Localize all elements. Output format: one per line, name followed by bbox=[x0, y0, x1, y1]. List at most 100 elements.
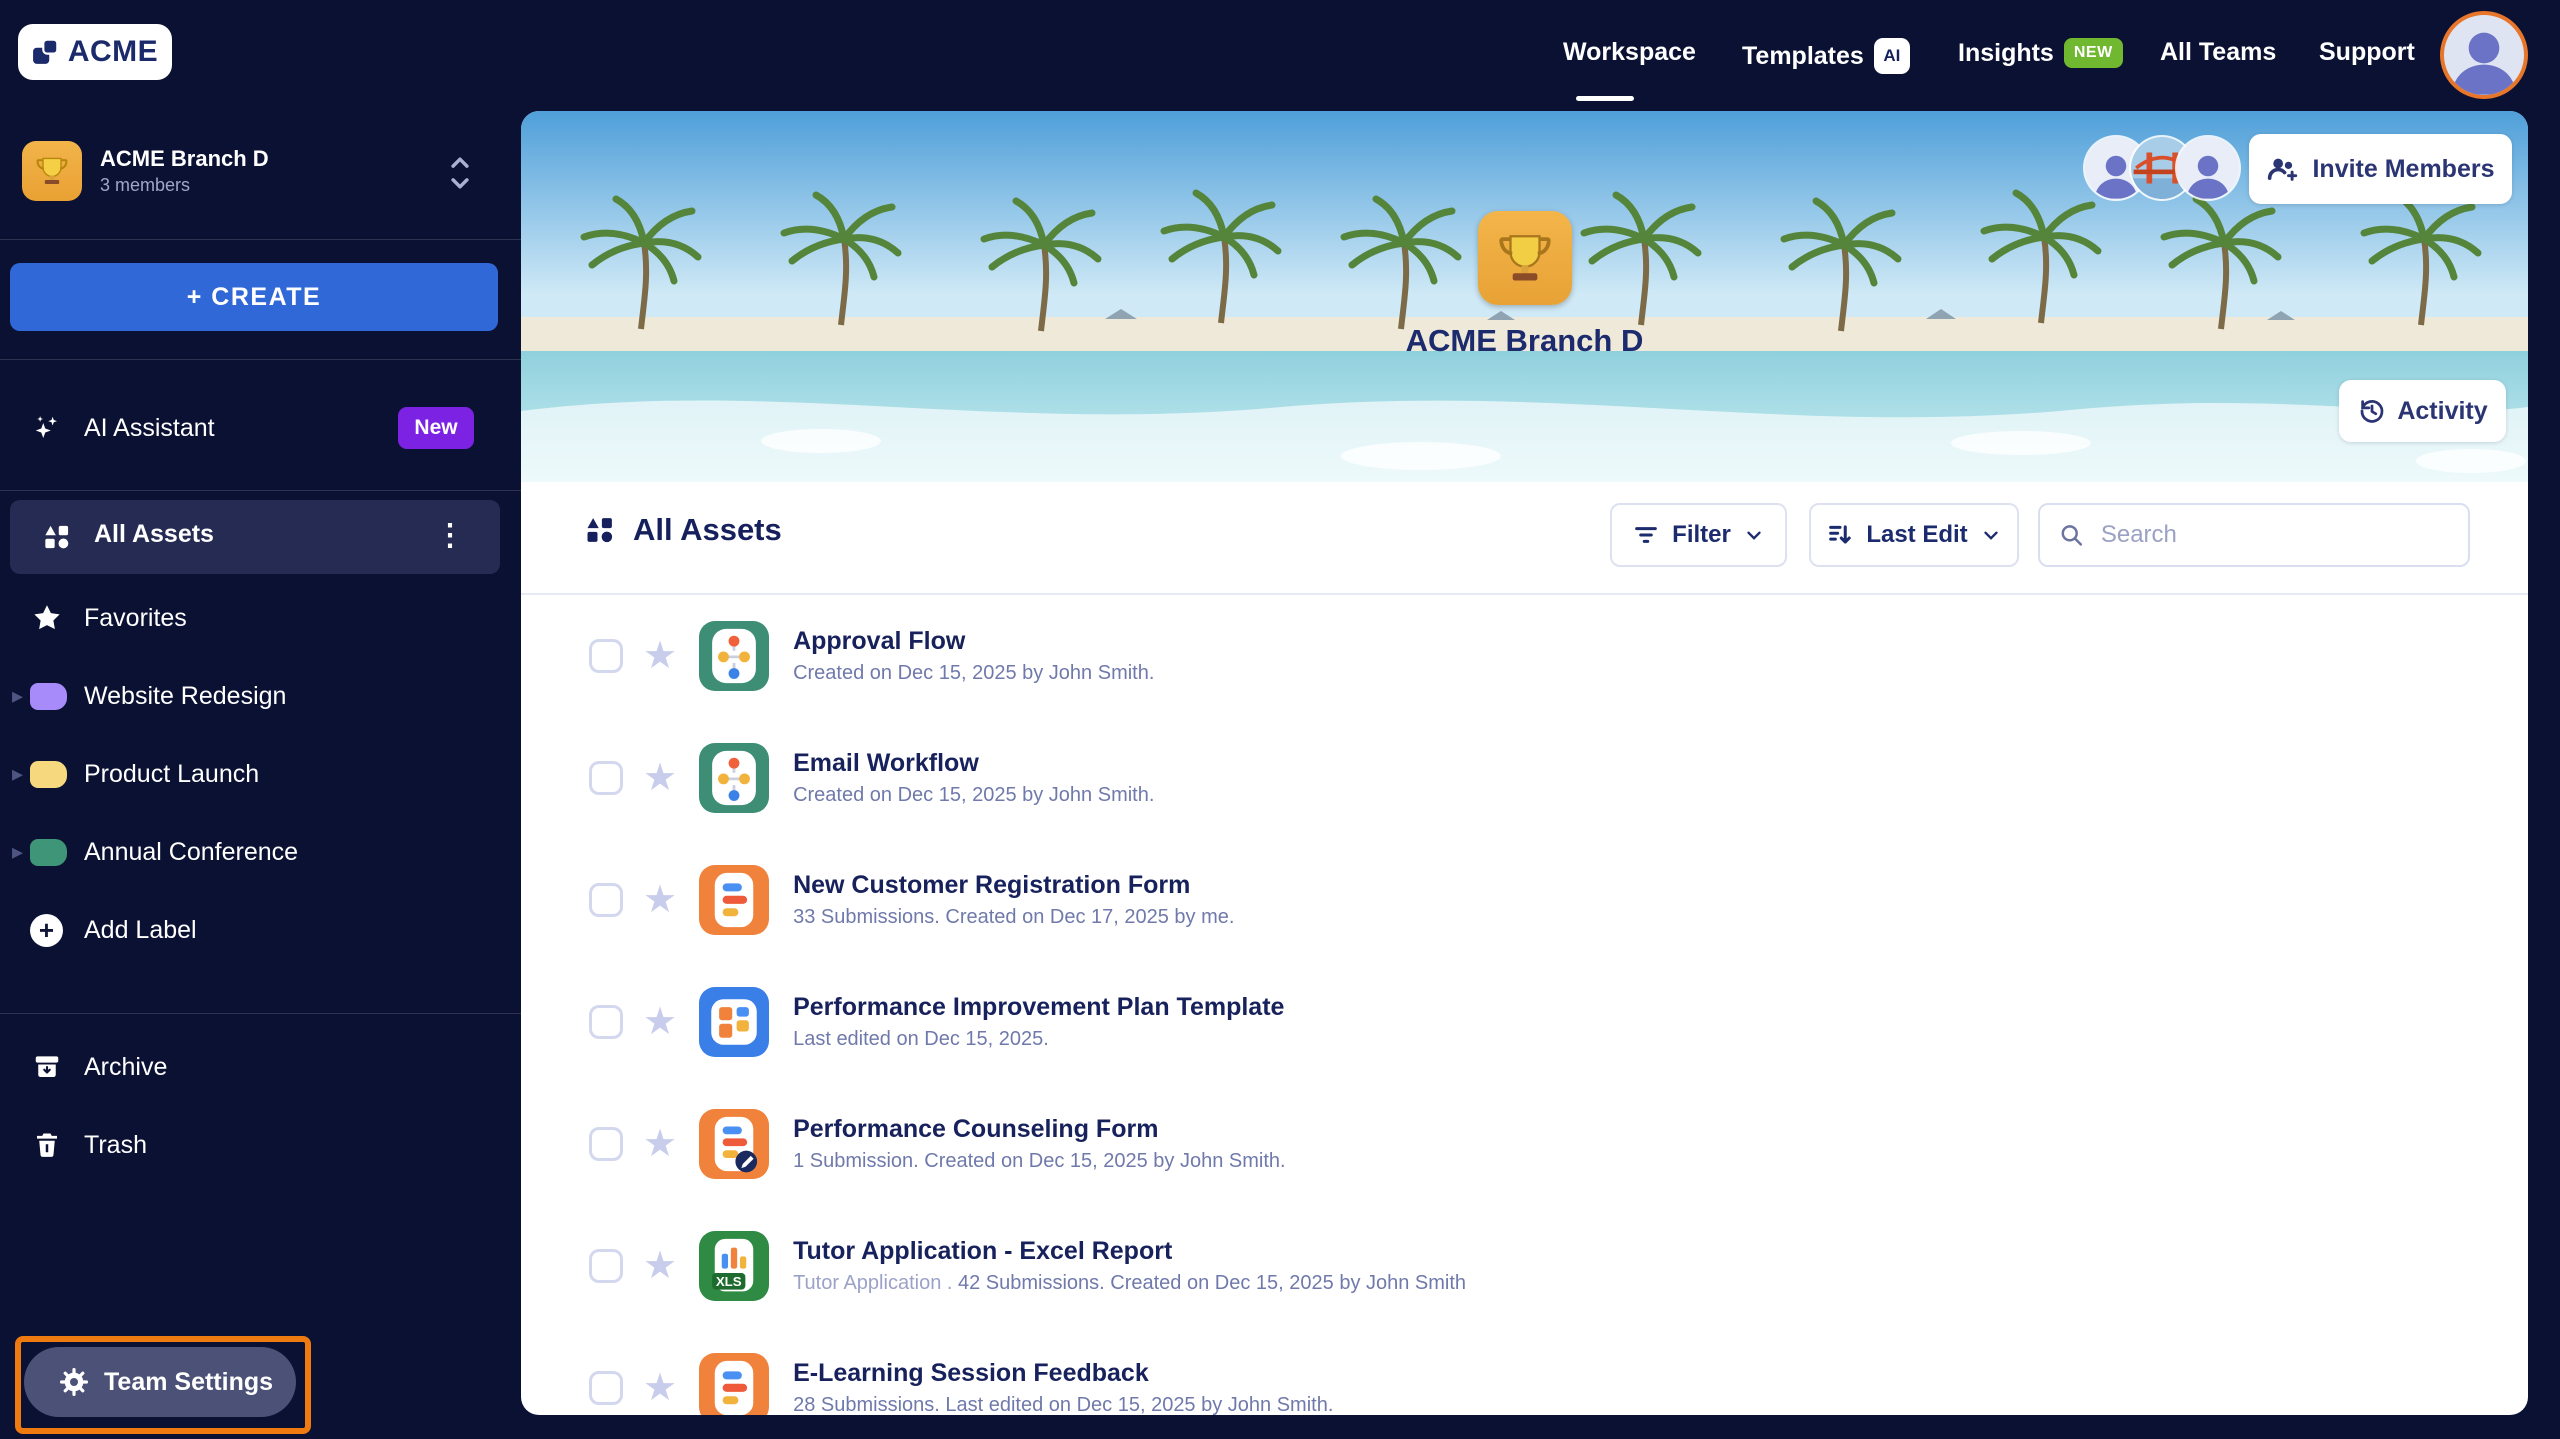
nav-templates[interactable]: Templates AI bbox=[1742, 38, 1910, 74]
asset-title[interactable]: Performance Improvement Plan Template bbox=[793, 992, 1284, 1022]
divider bbox=[0, 1013, 521, 1014]
chevron-down-icon bbox=[1980, 524, 2002, 546]
chevron-down-icon bbox=[1743, 524, 1765, 546]
sidebar-item-trash[interactable]: Trash bbox=[0, 1117, 521, 1173]
invite-members-icon bbox=[2266, 154, 2300, 184]
activity-history-icon bbox=[2357, 396, 2387, 426]
create-button[interactable]: + CREATE bbox=[10, 263, 498, 331]
team-settings-label: Team Settings bbox=[104, 1368, 273, 1397]
asset-row[interactable]: ★ Performance Improvement Plan Template … bbox=[521, 961, 2528, 1083]
board-icon bbox=[699, 987, 769, 1057]
star-icon bbox=[32, 603, 62, 633]
team-switcher[interactable]: ACME Branch D 3 members bbox=[22, 138, 492, 204]
sidebar-label-website-redesign[interactable]: ▸ Website Redesign bbox=[0, 668, 521, 724]
asset-title[interactable]: Approval Flow bbox=[793, 626, 1154, 656]
user-avatar[interactable] bbox=[2440, 11, 2528, 99]
excel-icon: XLS bbox=[699, 1231, 769, 1301]
workflow-icon bbox=[699, 621, 769, 691]
plus-icon: + bbox=[30, 914, 63, 947]
expand-caret-icon[interactable]: ▸ bbox=[12, 683, 23, 709]
row-checkbox[interactable] bbox=[589, 1005, 623, 1039]
asset-row[interactable]: ★ E-Learning Session Feedback 28 Submiss… bbox=[521, 1327, 2528, 1415]
team-cover-banner: ACME Branch D bbox=[521, 111, 2528, 482]
invite-members-button[interactable]: Invite Members bbox=[2249, 134, 2512, 204]
nav-workspace[interactable]: Workspace bbox=[1563, 38, 1696, 67]
sidebar-item-archive[interactable]: Archive bbox=[0, 1039, 521, 1095]
row-checkbox[interactable] bbox=[589, 1371, 623, 1405]
asset-row[interactable]: ★ New Customer Registration Form 33 Subm… bbox=[521, 839, 2528, 961]
asset-subtitle: 33 Submissions. Created on Dec 17, 2025 … bbox=[793, 904, 1234, 930]
sort-button[interactable]: Last Edit bbox=[1809, 503, 2019, 567]
row-checkbox[interactable] bbox=[589, 1249, 623, 1283]
sidebar-item-add-label[interactable]: + Add Label bbox=[0, 902, 521, 958]
acme-logo-icon bbox=[32, 38, 60, 66]
asset-title[interactable]: Tutor Application - Excel Report bbox=[793, 1236, 1466, 1266]
asset-row[interactable]: ★ XLS Tutor Application - Excel Report T… bbox=[521, 1205, 2528, 1327]
form-icon bbox=[699, 1353, 769, 1415]
divider bbox=[0, 239, 521, 240]
asset-list: ★ Approval Flow Created on Dec 15, 2025 … bbox=[521, 595, 2528, 1415]
favorite-star-icon[interactable]: ★ bbox=[643, 1247, 677, 1285]
invite-members-label: Invite Members bbox=[2312, 155, 2494, 184]
label-tag-icon bbox=[30, 683, 67, 710]
row-checkbox[interactable] bbox=[589, 639, 623, 673]
row-checkbox[interactable] bbox=[589, 883, 623, 917]
nav-insights[interactable]: Insights NEW bbox=[1958, 38, 2123, 68]
sidebar-item-ai-assistant[interactable]: AI Assistant New bbox=[0, 400, 521, 456]
team-name: ACME Branch D bbox=[100, 145, 269, 173]
asset-row[interactable]: ★ Approval Flow Created on Dec 15, 2025 … bbox=[521, 595, 2528, 717]
nav-all-teams[interactable]: All Teams bbox=[2160, 38, 2276, 67]
all-assets-menu-icon[interactable]: ⋮ bbox=[435, 518, 465, 553]
logo-text: ACME bbox=[68, 35, 158, 69]
favorite-star-icon[interactable]: ★ bbox=[643, 881, 677, 919]
sort-icon bbox=[1826, 521, 1854, 549]
favorite-star-icon[interactable]: ★ bbox=[643, 637, 677, 675]
asset-title[interactable]: Performance Counseling Form bbox=[793, 1114, 1286, 1144]
filter-button[interactable]: Filter bbox=[1610, 503, 1787, 567]
activity-button[interactable]: Activity bbox=[2339, 380, 2506, 442]
favorite-star-icon[interactable]: ★ bbox=[643, 1003, 677, 1041]
team-trophy-icon bbox=[1478, 211, 1572, 305]
team-member-count: 3 members bbox=[100, 173, 269, 197]
form-icon bbox=[699, 865, 769, 935]
assets-toolbar: All Assets Filter Last Edit bbox=[521, 482, 2528, 595]
nav-support[interactable]: Support bbox=[2319, 38, 2415, 67]
sidebar-item-label: Trash bbox=[84, 1131, 147, 1160]
person-icon bbox=[2444, 21, 2524, 95]
workflow-icon bbox=[699, 743, 769, 813]
team-settings-button[interactable]: Team Settings bbox=[24, 1347, 296, 1417]
sidebar-label-product-launch[interactable]: ▸ Product Launch bbox=[0, 746, 521, 802]
favorite-star-icon[interactable]: ★ bbox=[643, 759, 677, 797]
expand-caret-icon[interactable]: ▸ bbox=[12, 839, 23, 865]
acme-logo[interactable]: ACME bbox=[18, 24, 172, 80]
sidebar-label-annual-conference[interactable]: ▸ Annual Conference bbox=[0, 824, 521, 880]
label-name: Product Launch bbox=[84, 760, 259, 789]
sidebar-item-favorites[interactable]: Favorites bbox=[0, 590, 521, 646]
asset-row[interactable]: ★ Email Workflow Created on Dec 15, 2025… bbox=[521, 717, 2528, 839]
sidebar-item-label: AI Assistant bbox=[84, 414, 215, 443]
asset-title[interactable]: E-Learning Session Feedback bbox=[793, 1358, 1333, 1388]
favorite-star-icon[interactable]: ★ bbox=[643, 1369, 677, 1407]
asset-title[interactable]: Email Workflow bbox=[793, 748, 1154, 778]
sidebar-item-label: Favorites bbox=[84, 604, 187, 633]
search-input[interactable] bbox=[2099, 520, 2450, 550]
member-avatar-stack[interactable] bbox=[2085, 137, 2239, 199]
row-checkbox[interactable] bbox=[589, 1127, 623, 1161]
expand-caret-icon[interactable]: ▸ bbox=[12, 761, 23, 787]
asset-subtitle: Created on Dec 15, 2025 by John Smith. bbox=[793, 782, 1154, 808]
search-box[interactable] bbox=[2038, 503, 2470, 567]
divider bbox=[0, 359, 521, 360]
asset-row[interactable]: ★ Performance Counseling Form 1 Submissi… bbox=[521, 1083, 2528, 1205]
annotation-highlight: Team Settings bbox=[15, 1336, 311, 1434]
page-title: All Assets bbox=[633, 512, 782, 548]
gear-icon bbox=[58, 1366, 90, 1398]
new-badge: NEW bbox=[2064, 38, 2123, 68]
sparkles-icon bbox=[32, 413, 62, 443]
favorite-star-icon[interactable]: ★ bbox=[643, 1125, 677, 1163]
asset-title[interactable]: New Customer Registration Form bbox=[793, 870, 1234, 900]
team-switcher-chevrons-icon[interactable] bbox=[446, 150, 474, 201]
row-checkbox[interactable] bbox=[589, 761, 623, 795]
sidebar-item-all-assets[interactable]: All Assets ⋮ bbox=[10, 500, 500, 574]
trash-icon bbox=[32, 1130, 62, 1160]
label-tag-icon bbox=[30, 761, 67, 788]
